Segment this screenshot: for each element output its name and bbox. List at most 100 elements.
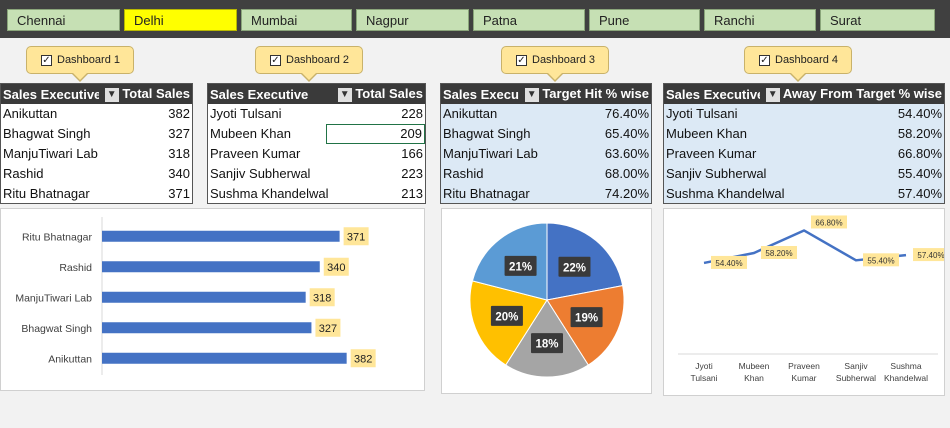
table-row[interactable]: Rashid 340 <box>1 164 192 184</box>
filter-icon[interactable]: ▼ <box>104 87 119 102</box>
dashboard-1-toggle[interactable]: ✓ Dashboard 1 <box>26 46 134 82</box>
checkbox-icon[interactable]: ✓ <box>516 54 527 66</box>
bar-data-label: 371 <box>347 231 365 243</box>
selected-cell[interactable]: 209 <box>326 124 425 144</box>
pie-data-label: 21% <box>509 261 532 273</box>
cell-value: 63.60% <box>604 146 649 161</box>
table-row[interactable]: Sushma Khandelwal 213 <box>208 184 425 203</box>
tab-chennai[interactable]: Chennai <box>7 9 120 31</box>
tab-ranchi[interactable]: Ranchi <box>704 9 816 31</box>
filter-icon[interactable]: ▼ <box>524 87 539 102</box>
cell-value: 318 <box>168 146 190 161</box>
cell-value: 213 <box>401 186 423 201</box>
table-row[interactable]: Mubeen Khan 58.20% <box>664 124 944 144</box>
pie-chart: 22% 19% 18% 20% 21% <box>469 222 625 378</box>
cell-value: 55.40% <box>897 166 942 181</box>
cell-name: ManjuTiwari Lab <box>3 146 98 161</box>
cell-name: Mubeen Khan <box>210 126 291 141</box>
line-category-label: Tulsani <box>690 373 717 383</box>
cell-name: Sushma Khandelwal <box>210 186 328 201</box>
pie-data-label: 20% <box>495 311 518 323</box>
checkbox-icon[interactable]: ✓ <box>41 54 52 66</box>
bar-chart: Ritu Bhatnagar 371 Rashid 340 ManjuTiwari La… <box>15 217 376 375</box>
table-row[interactable]: Anikuttan 382 <box>1 104 192 124</box>
line-data-label: 58.20% <box>765 249 792 258</box>
line-category-label: Khan <box>744 373 764 383</box>
filter-icon[interactable]: ▼ <box>337 87 352 102</box>
cell-value: 57.40% <box>897 186 942 201</box>
cell-name: Sanjiv Subherwal <box>666 166 767 181</box>
cell-name: Anikuttan <box>443 106 498 121</box>
line-data-label: 66.80% <box>815 218 842 227</box>
table-row[interactable]: ManjuTiwari Lab 63.60% <box>441 144 651 164</box>
tab-delhi[interactable]: Delhi <box>124 9 237 31</box>
dashboard-2-toggle[interactable]: ✓ Dashboard 2 <box>255 46 363 82</box>
table-row[interactable]: Jyoti Tulsani 228 <box>208 104 425 124</box>
bar-category-label: ManjuTiwari Lab <box>15 292 92 304</box>
cell-value: 340 <box>168 166 190 181</box>
cell-name: Bhagwat Singh <box>443 126 531 141</box>
pie-data-label: 22% <box>563 262 586 274</box>
cell-value: 228 <box>401 106 423 121</box>
line-category-label: Khandelwal <box>884 373 928 383</box>
cell-name: Jyoti Tulsani <box>666 106 738 121</box>
dashboard-4-label: Dashboard 4 <box>775 54 838 66</box>
cell-value: 65.40% <box>604 126 649 141</box>
cell-name: Sanjiv Subherwal <box>210 166 311 181</box>
table-row[interactable]: Sanjiv Subherwal 55.40% <box>664 164 944 184</box>
table-row[interactable]: Rashid 68.00% <box>441 164 651 184</box>
cell-name: Sushma Khandelwal <box>666 186 785 201</box>
table-row[interactable]: Ritu Bhatnagar 74.20% <box>441 184 651 203</box>
table-row[interactable]: Sushma Khandelwal 57.40% <box>664 184 944 203</box>
table-row[interactable]: Sanjiv Subherwal 223 <box>208 164 425 184</box>
line-category-label: Mubeen <box>739 361 770 371</box>
tab-patna[interactable]: Patna <box>473 9 585 31</box>
tab-pune[interactable]: Pune <box>589 9 700 31</box>
cell-name: ManjuTiwari Lab <box>443 146 538 161</box>
dashboard-1-label: Dashboard 1 <box>57 54 120 66</box>
column-header-value: Total Sales <box>122 86 190 101</box>
line-data-label: 55.40% <box>867 256 894 265</box>
dashboard-3-label: Dashboard 3 <box>532 54 595 66</box>
cell-value: 74.20% <box>604 186 649 201</box>
table-row[interactable]: Bhagwat Singh 327 <box>1 124 192 144</box>
pie-data-label: 19% <box>575 313 598 325</box>
table-row[interactable]: Praveen Kumar 166 <box>208 144 425 164</box>
table-row[interactable]: Anikuttan 76.40% <box>441 104 651 124</box>
pie-data-label: 18% <box>535 339 558 351</box>
bar-chart-panel: Ritu Bhatnagar 371 Rashid 340 ManjuTiwari La… <box>0 208 425 391</box>
bar-data-label: 318 <box>313 292 331 304</box>
pivot-table-4: Sales Executive ▼ Away From Target % wis… <box>663 83 945 204</box>
checkbox-icon[interactable]: ✓ <box>759 54 770 66</box>
column-header-value: Target Hit % wise <box>542 86 649 101</box>
dashboard-3-toggle[interactable]: ✓ Dashboard 3 <box>501 46 609 82</box>
dashboard-2-label: Dashboard 2 <box>286 54 349 66</box>
tab-surat[interactable]: Surat <box>820 9 935 31</box>
pivot-table-1: Sales Executive ▼ Total Sales Anikuttan 3… <box>0 83 193 204</box>
filter-icon[interactable]: ▼ <box>765 87 780 102</box>
tab-mumbai[interactable]: Mumbai <box>241 9 352 31</box>
table-row[interactable]: Bhagwat Singh 65.40% <box>441 124 651 144</box>
cell-value: 166 <box>401 146 423 161</box>
table-row[interactable]: Ritu Bhatnagar 371 <box>1 184 192 203</box>
cell-value: 371 <box>168 186 190 201</box>
column-header-value: Total Sales <box>355 86 423 101</box>
dashboard-4-toggle[interactable]: ✓ Dashboard 4 <box>744 46 852 82</box>
table-row[interactable]: Jyoti Tulsani 54.40% <box>664 104 944 124</box>
line-category-label: Subherwal <box>836 373 876 383</box>
bar <box>102 230 340 242</box>
table-row[interactable]: Praveen Kumar 66.80% <box>664 144 944 164</box>
cell-name: Praveen Kumar <box>210 146 301 161</box>
bar-category-label: Rashid <box>59 262 92 274</box>
pie-chart-panel: 22% 19% 18% 20% 21% <box>441 208 652 394</box>
pivot-table-2: Sales Executive ▼ Total Sales Jyoti Tuls… <box>207 83 426 204</box>
cell-name: Bhagwat Singh <box>3 126 91 141</box>
checkbox-icon[interactable]: ✓ <box>270 54 281 66</box>
bar-data-label: 382 <box>354 353 372 365</box>
pivot-header: Sales Executive ▼ Total Sales <box>1 84 192 104</box>
pivot-header: Sales Executive ▼ Target Hit % wise <box>441 84 651 104</box>
table-row[interactable]: Mubeen Khan 209 <box>208 124 425 144</box>
table-row[interactable]: ManjuTiwari Lab 318 <box>1 144 192 164</box>
bar <box>102 322 312 334</box>
tab-nagpur[interactable]: Nagpur <box>356 9 469 31</box>
